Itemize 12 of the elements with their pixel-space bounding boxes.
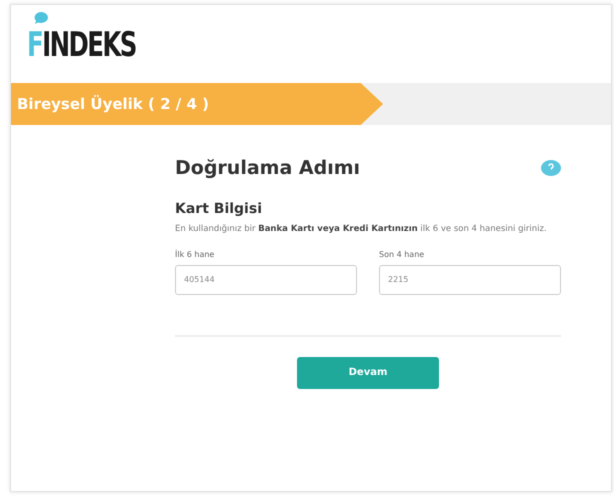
help-icon[interactable] <box>541 160 561 176</box>
description-text: En kullandığınız bir Banka Kartı veya Kredi Kartınızın ilk 6 ve son 4 hanesini giriniz. <box>175 223 548 236</box>
input-field[interactable]: 405144 <box>175 264 357 295</box>
field-label: Son 4 hane <box>379 250 424 259</box>
continue-button[interactable]: Devam <box>297 356 439 389</box>
form-title: Doğrulama Adımı <box>175 157 360 179</box>
input-field[interactable]: 2215 <box>379 264 561 295</box>
logo-text: FINDEKS <box>27 25 136 65</box>
speech-bubble-icon <box>33 11 49 25</box>
field-label: İlk 6 hane <box>175 250 214 259</box>
banner-title: Bireysel Üyelik ( 2 / 4 ) <box>17 95 209 113</box>
section-title: Kart Bilgisi <box>175 201 263 217</box>
